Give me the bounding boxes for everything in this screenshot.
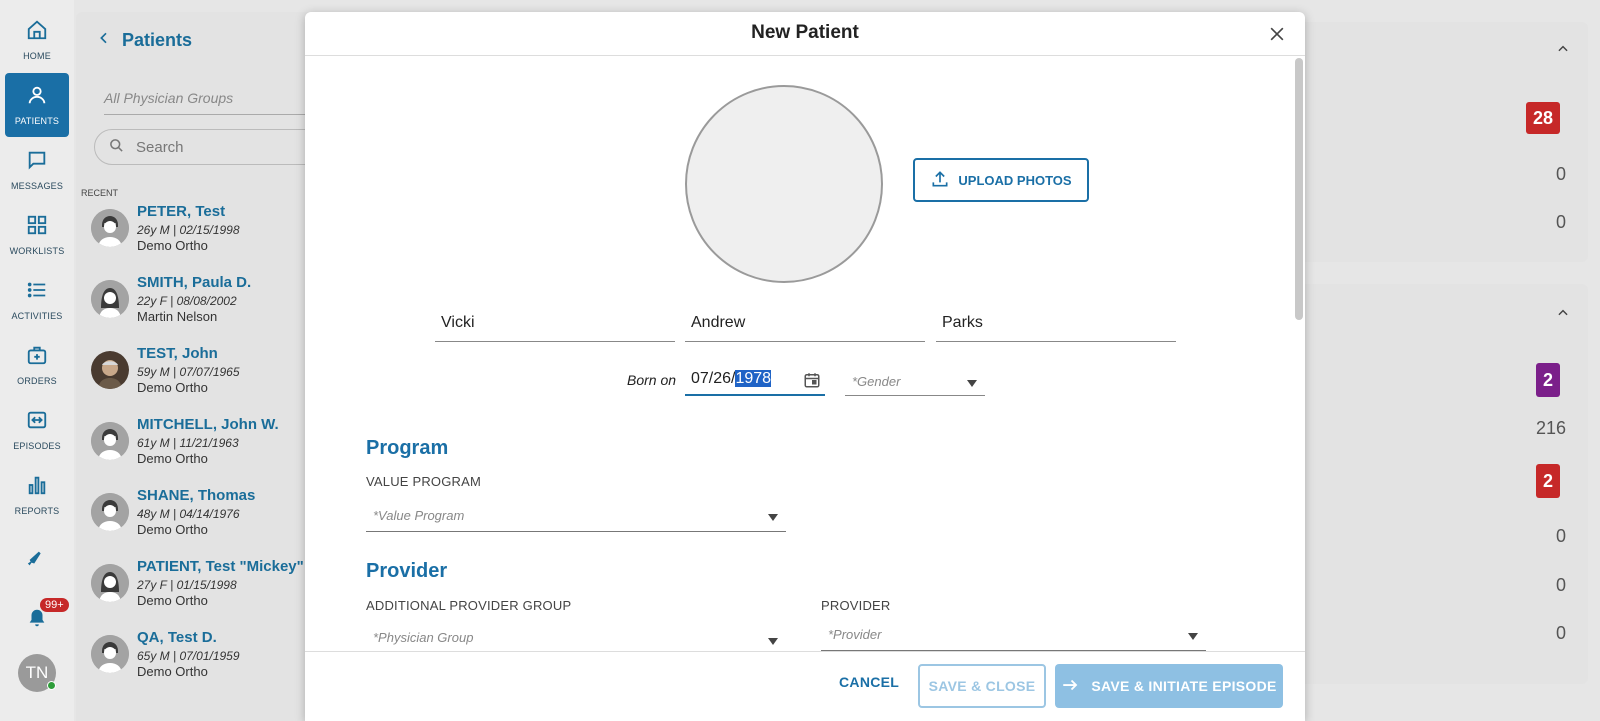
program-heading: Program xyxy=(366,437,449,459)
last-name-field[interactable]: Parks xyxy=(936,312,1176,342)
dialog-footer: CANCEL SAVE & CLOSE SAVE & INITIATE EPIS… xyxy=(305,651,1305,721)
close-icon[interactable] xyxy=(1267,24,1287,44)
gender-placeholder: *Gender xyxy=(852,374,901,389)
gender-select[interactable]: *Gender xyxy=(845,366,985,396)
upload-icon xyxy=(930,169,958,192)
value-program-select[interactable]: *Value Program xyxy=(366,500,786,532)
dialog-scrollbar[interactable] xyxy=(1295,58,1303,320)
upload-photos-button[interactable]: UPLOAD PHOTOS xyxy=(913,158,1089,202)
value-program-placeholder: *Value Program xyxy=(373,508,465,523)
first-name-field[interactable]: Vicki xyxy=(435,312,675,342)
dob-text: 07/26/ xyxy=(691,370,736,387)
date-of-birth-field[interactable]: 07/26/1978 xyxy=(685,366,825,396)
provider-heading: Provider xyxy=(366,560,448,582)
dialog-header: New Patient xyxy=(305,12,1305,56)
additional-provider-group-label: ADDITIONAL PROVIDER GROUP xyxy=(366,598,572,613)
dialog-title: New Patient xyxy=(751,22,859,43)
arrow-right-icon xyxy=(1061,676,1091,697)
save-close-button[interactable]: SAVE & CLOSE xyxy=(918,664,1046,708)
cancel-button[interactable]: CANCEL xyxy=(839,674,899,690)
middle-name-field[interactable]: Andrew xyxy=(685,312,925,342)
value-program-label: VALUE PROGRAM xyxy=(366,474,482,489)
save-initiate-label: SAVE & INITIATE EPISODE xyxy=(1091,678,1277,694)
physician-group-placeholder: *Physician Group xyxy=(373,630,474,645)
dob-selected-text: 1978 xyxy=(735,370,772,387)
save-close-label: SAVE & CLOSE xyxy=(928,678,1036,694)
provider-label: PROVIDER xyxy=(821,598,891,613)
caret-down-icon xyxy=(967,380,977,387)
patient-photo-placeholder xyxy=(685,85,883,283)
caret-down-icon xyxy=(768,638,778,645)
provider-placeholder: *Provider xyxy=(828,627,882,642)
save-initiate-episode-button[interactable]: SAVE & INITIATE EPISODE xyxy=(1055,664,1283,708)
caret-down-icon xyxy=(1188,633,1198,640)
provider-select[interactable]: *Provider xyxy=(821,619,1206,651)
new-patient-dialog: New Patient UPLOAD PHOTOS Vicki Andrew P… xyxy=(305,12,1305,721)
physician-group-select[interactable]: *Physician Group xyxy=(366,622,786,654)
upload-photos-label: UPLOAD PHOTOS xyxy=(958,172,1072,188)
born-on-label: Born on xyxy=(627,372,677,388)
caret-down-icon xyxy=(768,514,778,521)
